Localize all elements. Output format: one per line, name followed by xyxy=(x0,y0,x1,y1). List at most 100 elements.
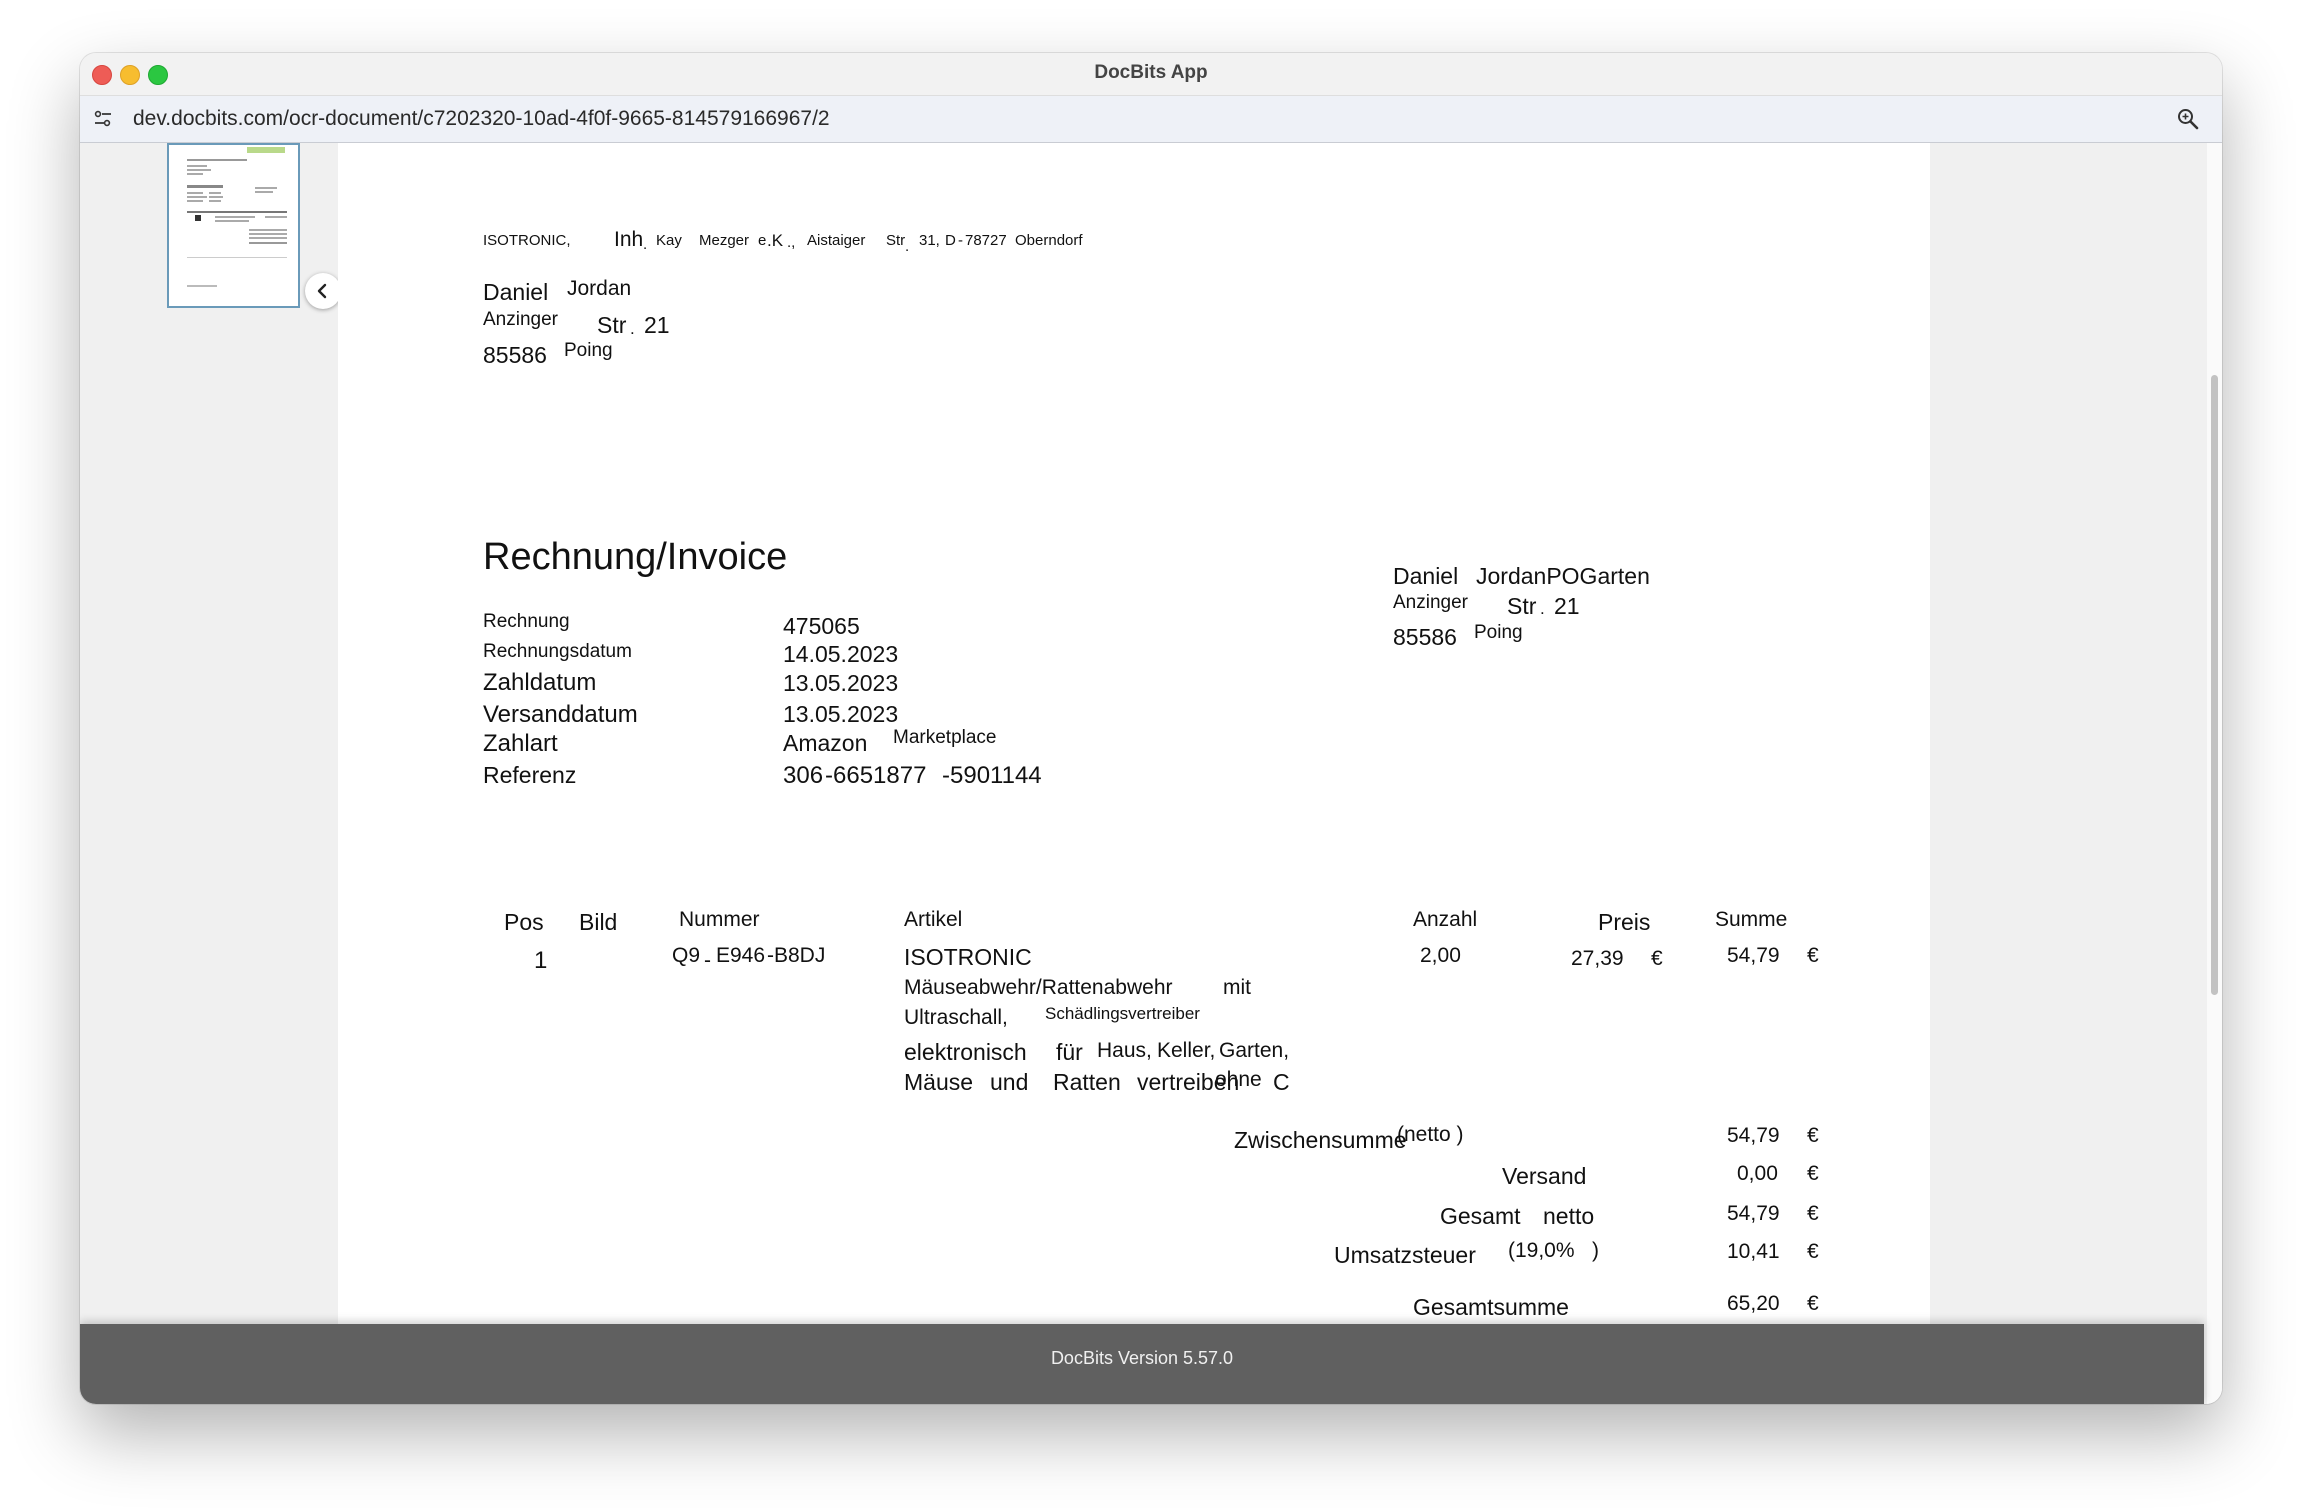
header-pos: Pos xyxy=(504,909,544,935)
vertical-scrollbar[interactable] xyxy=(2207,143,2222,1404)
row-artikel-text: mit xyxy=(1223,976,1251,999)
row-nummer: -B8DJ xyxy=(767,944,826,967)
row-summe-currency: € xyxy=(1807,944,1819,967)
sender-word: ., xyxy=(787,234,796,251)
row-artikel-text: Schädlingsvertreiber xyxy=(1045,1004,1200,1023)
url-text[interactable]: dev.docbits.com/ocr-document/c7202320-10… xyxy=(133,107,830,131)
currency-gesamt-netto: € xyxy=(1807,1202,1819,1225)
row-nummer: E946 xyxy=(716,944,766,967)
currency-versand: € xyxy=(1807,1162,1819,1185)
header-anzahl: Anzahl xyxy=(1413,908,1478,931)
label-zwischensumme: Zwischensumme xyxy=(1234,1127,1407,1153)
site-settings-icon[interactable] xyxy=(93,109,113,129)
header-nummer: Nummer xyxy=(679,908,760,931)
label-ust-rate: (19,0% xyxy=(1508,1239,1575,1262)
chevron-left-icon xyxy=(317,283,327,299)
row-artikel-text: ISOTRONIC xyxy=(904,944,1032,970)
shipping-street: . xyxy=(1540,599,1545,618)
row-artikel-text: Mäuse xyxy=(904,1069,974,1095)
header-bild: Bild xyxy=(579,909,618,935)
row-artikel-text: Keller, xyxy=(1157,1039,1216,1062)
sender-word: e xyxy=(758,232,767,249)
sender-word: Str xyxy=(886,232,906,249)
value-referenz: -5901144 xyxy=(942,762,1042,789)
value-gesamtsumme: 65,20 xyxy=(1727,1292,1780,1315)
row-nummer: - xyxy=(704,949,711,972)
value-rechnung: 475065 xyxy=(783,613,860,639)
scrollbar-thumb[interactable] xyxy=(2211,375,2218,995)
recipient-street-number: 21 xyxy=(644,312,670,338)
recipient-city: Poing xyxy=(564,340,613,361)
thumbnail-preview-icon xyxy=(187,147,287,287)
shipping-street: Anzinger xyxy=(1393,592,1468,613)
zoom-icon[interactable] xyxy=(2176,107,2200,131)
sender-word: 31, xyxy=(919,232,940,249)
recipient-street: Anzinger xyxy=(483,309,558,330)
sender-word: Mezger xyxy=(699,232,750,249)
recipient-last-name: Jordan xyxy=(567,277,632,300)
label-versanddatum: Versanddatum xyxy=(483,701,638,728)
shipping-city: Poing xyxy=(1474,622,1523,643)
app-footer: DocBits Version 5.57.0 xyxy=(80,1324,2204,1404)
header-summe: Summe xyxy=(1715,908,1788,931)
row-artikel-text: Ultraschall, xyxy=(904,1006,1008,1029)
value-zahlart: Amazon xyxy=(783,730,868,756)
label-zahldatum: Zahldatum xyxy=(483,669,597,696)
value-umsatzsteuer: 10,41 xyxy=(1727,1240,1780,1263)
label-versand: Versand xyxy=(1502,1163,1587,1189)
sender-word: . xyxy=(643,236,648,253)
recipient-street: . xyxy=(630,319,635,338)
shipping-street-number: 21 xyxy=(1554,593,1580,619)
currency-gesamtsumme: € xyxy=(1807,1292,1819,1315)
sender-word: Inh xyxy=(614,228,644,251)
row-artikel-text: für xyxy=(1056,1039,1083,1065)
sender-word: 78727 xyxy=(965,232,1007,249)
shipping-first-name: Daniel xyxy=(1393,563,1459,589)
value-zahldatum: 13.05.2023 xyxy=(783,670,899,696)
row-preis: 27,39 xyxy=(1571,947,1624,970)
value-gesamt-netto: 54,79 xyxy=(1727,1202,1780,1225)
document-page: ISOTRONIC, Inh . Kay Mezger e .K ., Aist… xyxy=(338,143,1930,1404)
app-window: DocBits App dev.docbits.com/ocr-document… xyxy=(80,53,2222,1404)
window-title: DocBits App xyxy=(1094,62,1208,83)
page-thumbnail[interactable] xyxy=(167,143,300,308)
value-zwischensumme: 54,79 xyxy=(1727,1124,1780,1147)
value-versanddatum: 13.05.2023 xyxy=(783,701,899,727)
label-gesamt-netto: netto xyxy=(1543,1203,1595,1229)
label-gesamt-netto: Gesamt xyxy=(1440,1203,1521,1229)
sender-word: Oberndorf xyxy=(1015,232,1083,249)
row-artikel-text: Ratten xyxy=(1053,1069,1121,1095)
version-label: DocBits Version 5.57.0 xyxy=(1050,1348,1234,1368)
row-preis-currency: € xyxy=(1651,947,1663,970)
sender-word: D xyxy=(945,232,956,249)
invoice-title: Rechnung/Invoice xyxy=(483,536,788,578)
shipping-last-name: JordanPOGarten xyxy=(1476,563,1650,589)
label-referenz: Referenz xyxy=(483,762,577,788)
header-artikel: Artikel xyxy=(904,908,963,931)
header-preis: Preis xyxy=(1598,909,1651,935)
label-ust-rate: ) xyxy=(1592,1239,1599,1262)
label-gesamtsumme: Gesamtsumme xyxy=(1413,1294,1569,1320)
address-bar: dev.docbits.com/ocr-document/c7202320-10… xyxy=(80,96,2222,143)
shipping-zip: 85586 xyxy=(1393,624,1457,650)
row-artikel-text: Garten, xyxy=(1219,1039,1290,1062)
label-netto: (netto ) xyxy=(1397,1123,1464,1146)
sender-word: Kay xyxy=(656,232,682,249)
row-summe: 54,79 xyxy=(1727,944,1780,967)
recipient-zip: 85586 xyxy=(483,342,547,368)
label-umsatzsteuer: Umsatzsteuer xyxy=(1334,1242,1476,1268)
recipient-first-name: Daniel xyxy=(483,279,549,305)
recipient-street: Str xyxy=(597,312,627,338)
sender-word: ISOTRONIC, xyxy=(483,232,571,249)
value-referenz: 306 xyxy=(783,762,824,789)
row-artikel-text: Haus, xyxy=(1097,1039,1152,1062)
value-versand: 0,00 xyxy=(1737,1162,1778,1185)
shipping-street: Str xyxy=(1507,593,1537,619)
row-artikel-text: Mäuseabwehr/Rattenabwehr xyxy=(904,976,1173,999)
row-nummer: Q9 xyxy=(672,944,701,967)
row-anzahl: 2,00 xyxy=(1420,944,1461,967)
sender-word: Aistaiger xyxy=(807,232,866,249)
title-bar: DocBits App xyxy=(80,53,2222,96)
collapse-sidebar-button[interactable] xyxy=(305,273,341,309)
sender-word: .K xyxy=(767,231,784,250)
